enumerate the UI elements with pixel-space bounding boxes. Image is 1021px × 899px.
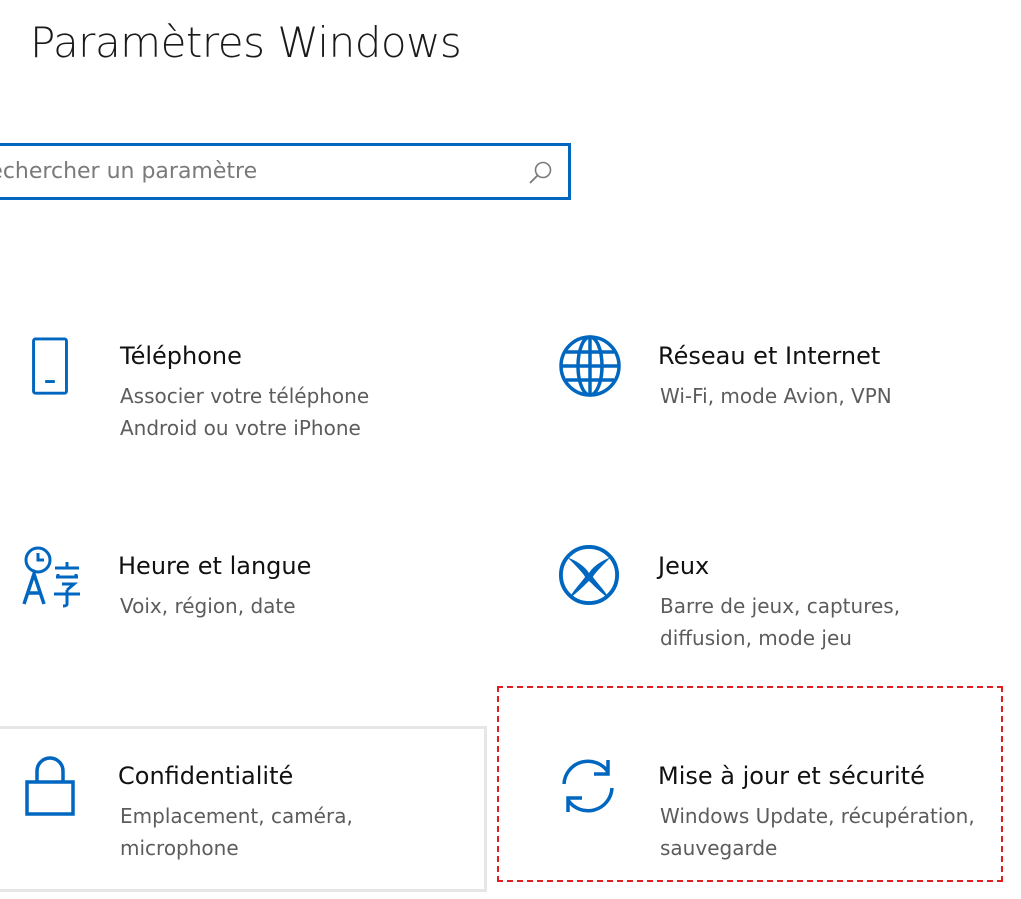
- tile-description: Windows Update, récupération, sauvegarde: [660, 804, 975, 860]
- tile-description: Barre de jeux, captures, diffusion, mode…: [660, 594, 901, 650]
- tile-description: Voix, région, date: [120, 594, 296, 618]
- tile-description: Wi-Fi, mode Avion, VPN: [660, 384, 892, 408]
- settings-tile-privacy[interactable]: Confidentialité Emplacement, caméra, mic…: [0, 740, 480, 880]
- settings-tile-gaming[interactable]: Jeux Barre de jeux, captures, diffusion,…: [530, 530, 1010, 670]
- settings-tile-time-language[interactable]: Heure et langue Voix, région, date: [0, 530, 480, 670]
- tile-label: Jeux: [658, 552, 710, 580]
- tile-label: Confidentialité: [118, 762, 294, 790]
- page-title: Paramètres Windows: [30, 18, 462, 67]
- xbox-icon: [558, 544, 620, 606]
- tile-description: Associer votre téléphone Android ou votr…: [120, 384, 370, 440]
- tile-description: Emplacement, caméra, microphone: [120, 804, 353, 860]
- settings-tile-phone[interactable]: Téléphone Associer votre téléphone Andro…: [0, 320, 480, 460]
- search-input[interactable]: [0, 146, 513, 197]
- lock-icon: [25, 756, 75, 816]
- globe-icon: [559, 335, 621, 397]
- update-sync-icon: [562, 759, 614, 813]
- search-icon[interactable]: [528, 160, 554, 186]
- settings-tile-update-security[interactable]: Mise à jour et sécurité Windows Update, …: [530, 740, 1000, 880]
- tile-label: Réseau et Internet: [658, 342, 881, 370]
- phone-icon: [32, 337, 68, 395]
- settings-tile-network[interactable]: Réseau et Internet Wi-Fi, mode Avion, VP…: [530, 320, 1010, 460]
- tile-label: Téléphone: [120, 342, 242, 370]
- tile-label: Mise à jour et sécurité: [658, 762, 925, 790]
- search-box[interactable]: [0, 143, 571, 200]
- time-language-icon: [22, 546, 80, 608]
- tile-label: Heure et langue: [118, 552, 312, 580]
